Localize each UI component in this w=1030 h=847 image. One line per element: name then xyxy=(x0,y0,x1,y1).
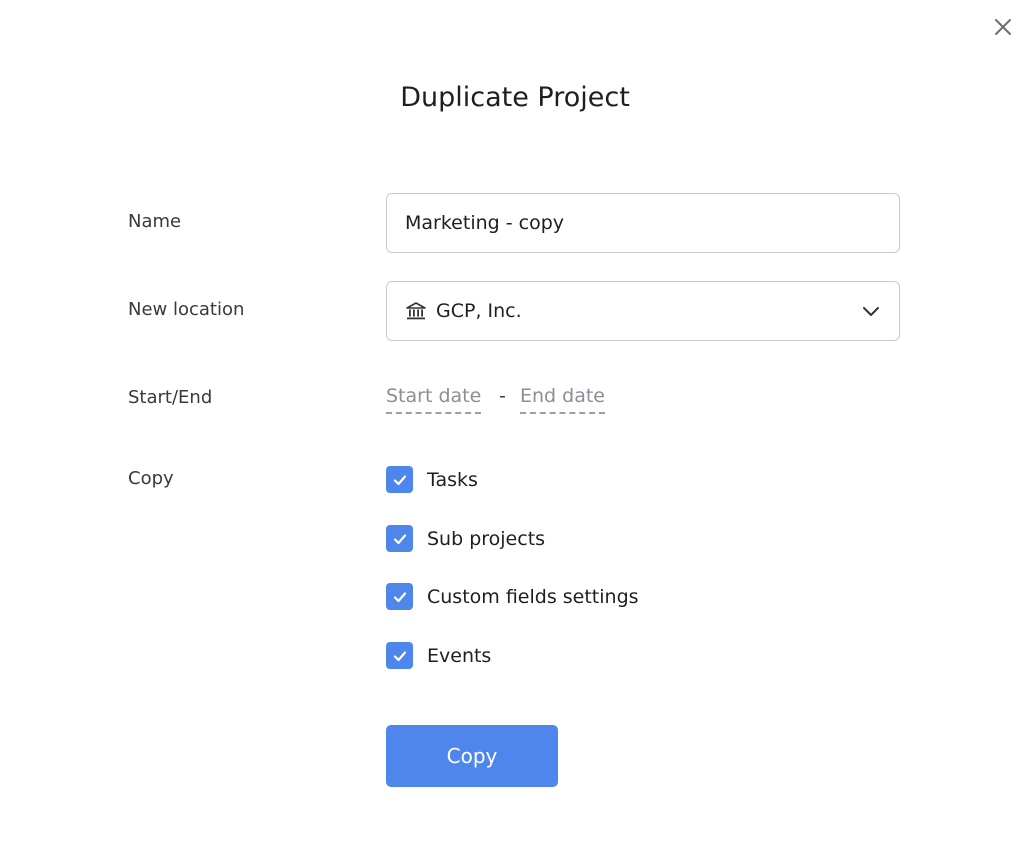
copy-option-label: Custom fields settings xyxy=(427,585,639,608)
checkbox[interactable] xyxy=(386,525,413,552)
start-end-label: Start/End xyxy=(128,387,213,408)
location-value: GCP, Inc. xyxy=(436,300,522,322)
dialog-title: Duplicate Project xyxy=(400,82,630,113)
name-input[interactable] xyxy=(386,193,900,253)
copy-label: Copy xyxy=(128,468,174,489)
copy-option-label: Sub projects xyxy=(427,527,546,550)
checkbox[interactable] xyxy=(386,583,413,610)
location-select[interactable]: GCP, Inc. xyxy=(386,281,900,341)
checkbox[interactable] xyxy=(386,466,413,493)
copy-option-tasks[interactable]: Tasks xyxy=(386,466,478,493)
close-icon xyxy=(995,19,1011,35)
copy-option-label: Tasks xyxy=(427,468,478,491)
checkmark-icon xyxy=(393,533,406,544)
chevron-down-icon xyxy=(861,301,881,321)
checkmark-icon xyxy=(393,474,406,485)
copy-option-custom-fields-settings[interactable]: Custom fields settings xyxy=(386,583,639,610)
copy-option-label: Events xyxy=(427,644,492,667)
checkmark-icon xyxy=(393,650,406,661)
checkmark-icon xyxy=(393,591,406,602)
close-button[interactable] xyxy=(988,12,1018,42)
location-label: New location xyxy=(128,299,245,320)
checkbox[interactable] xyxy=(386,642,413,669)
copy-button[interactable]: Copy xyxy=(386,725,558,787)
end-date-picker[interactable]: End date xyxy=(520,384,605,414)
building-icon xyxy=(405,301,427,321)
copy-option-events[interactable]: Events xyxy=(386,642,491,669)
start-date-picker[interactable]: Start date xyxy=(386,384,482,414)
copy-option-sub-projects[interactable]: Sub projects xyxy=(386,525,545,552)
name-label: Name xyxy=(128,211,182,232)
duplicate-project-dialog: Duplicate Project Name New location GCP,… xyxy=(0,0,1030,847)
date-separator: - xyxy=(499,385,506,407)
